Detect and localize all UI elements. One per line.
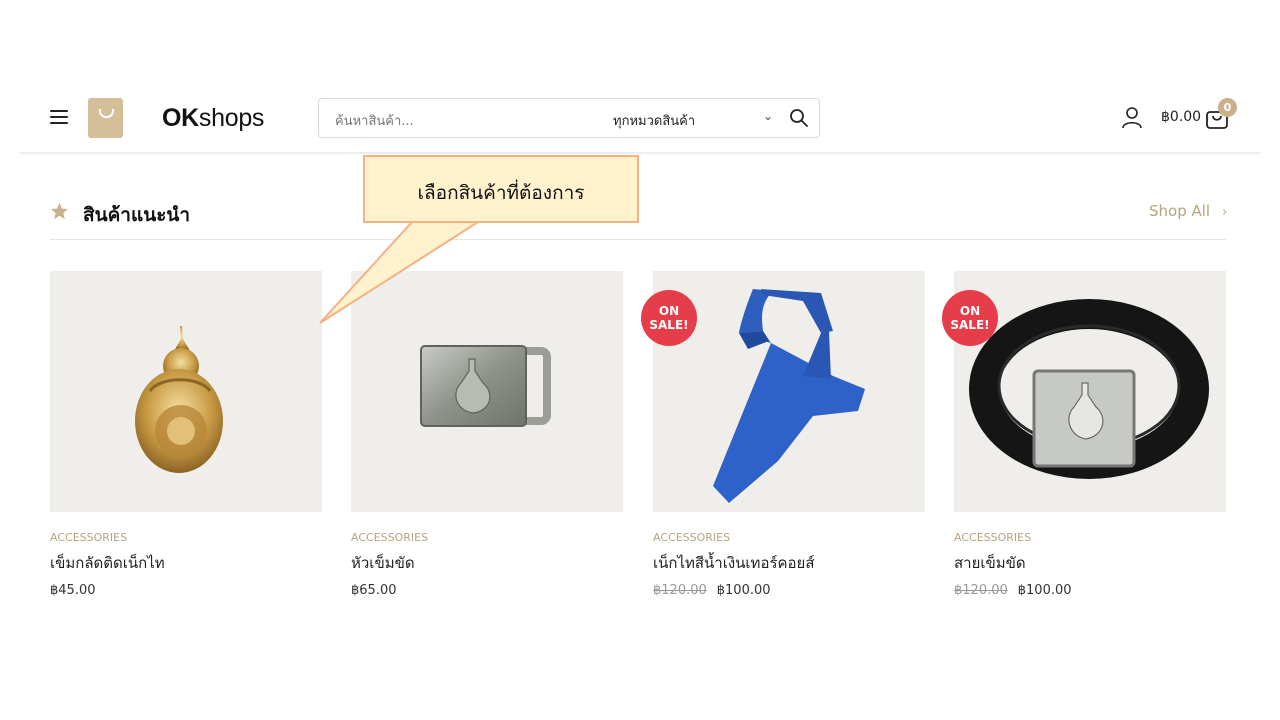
user-icon[interactable] xyxy=(1120,105,1144,129)
product-name[interactable]: เน็กไทสีน้ำเงินเทอร์คอยส์ xyxy=(653,551,925,575)
sale-badge-line1: ON xyxy=(959,304,981,318)
sale-badge-line2: SALE! xyxy=(950,318,990,332)
product-card: ON SALE! ACCESSORIES สายเข็มขัด ฿120.00 ฿… xyxy=(942,271,1226,598)
product-name[interactable]: เข็มกลัดติดเน็กไท xyxy=(50,551,322,575)
search-icon[interactable] xyxy=(789,108,809,128)
star-icon xyxy=(50,202,69,220)
product-price: ฿120.00 ฿100.00 xyxy=(653,583,925,598)
shopping-bag-logo-icon[interactable] xyxy=(88,98,123,138)
cart-count-badge: 0 xyxy=(1218,98,1237,117)
chevron-right-icon[interactable]: › xyxy=(1222,205,1227,220)
shop-all-link[interactable]: Shop All › xyxy=(1149,202,1227,220)
section-title: สินค้าแนะนำ xyxy=(83,204,191,226)
price-current: ฿100.00 xyxy=(1017,583,1072,598)
product-category[interactable]: ACCESSORIES xyxy=(351,531,623,544)
product-category[interactable]: ACCESSORIES xyxy=(50,531,322,544)
product-image[interactable] xyxy=(351,271,623,512)
price-original: ฿120.00 xyxy=(954,583,1008,598)
sale-badge-line2: SALE! xyxy=(649,318,689,332)
product-card: ACCESSORIES เข็มกลัดติดเน็กไท ฿45.00 xyxy=(50,271,322,598)
callout-text: เลือกสินค้าที่ต้องการ xyxy=(417,182,585,204)
chevron-down-icon[interactable]: ⌄ xyxy=(763,109,773,123)
price-current: ฿100.00 xyxy=(716,583,771,598)
search-bar: ค้นหาสินค้า... ทุกหมวดสินค้า ⌄ xyxy=(318,98,820,138)
product-card: ON SALE! ACCESSORIES เน็กไทสีน้ำเงินเทอร… xyxy=(641,271,925,598)
site-logo[interactable]: OKshops xyxy=(162,104,264,133)
price-original: ฿120.00 xyxy=(653,583,707,598)
tie-pin-image xyxy=(135,326,223,473)
product-price: ฿45.00 xyxy=(50,583,322,598)
category-select[interactable]: ทุกหมวดสินค้า xyxy=(613,110,695,131)
menu-icon[interactable] xyxy=(50,110,68,124)
product-price: ฿120.00 ฿100.00 xyxy=(954,583,1226,598)
site-header: OKshops ค้นหาสินค้า... ทุกหมวดสินค้า ⌄ ฿… xyxy=(20,80,1260,154)
callout-box: เลือกสินค้าที่ต้องการ xyxy=(363,155,639,223)
search-input[interactable]: ค้นหาสินค้า... xyxy=(335,110,414,131)
sale-badge: ON SALE! xyxy=(942,290,998,346)
sale-badge: ON SALE! xyxy=(641,290,697,346)
shop-all-label[interactable]: Shop All xyxy=(1149,202,1210,220)
cart-total[interactable]: ฿0.00 xyxy=(1161,109,1201,125)
product-name[interactable]: หัวเข็มขัด xyxy=(351,551,623,575)
product-name[interactable]: สายเข็มขัด xyxy=(954,551,1226,575)
belt-buckle-image xyxy=(420,345,551,427)
product-card: ACCESSORIES หัวเข็มขัด ฿65.00 xyxy=(351,271,623,598)
price-current: ฿45.00 xyxy=(50,583,96,598)
section-divider xyxy=(50,239,1226,240)
product-category[interactable]: ACCESSORIES xyxy=(653,531,925,544)
price-current: ฿65.00 xyxy=(351,583,397,598)
product-category[interactable]: ACCESSORIES xyxy=(954,531,1226,544)
sale-badge-line1: ON xyxy=(658,304,680,318)
product-price: ฿65.00 xyxy=(351,583,623,598)
product-image[interactable] xyxy=(50,271,322,512)
